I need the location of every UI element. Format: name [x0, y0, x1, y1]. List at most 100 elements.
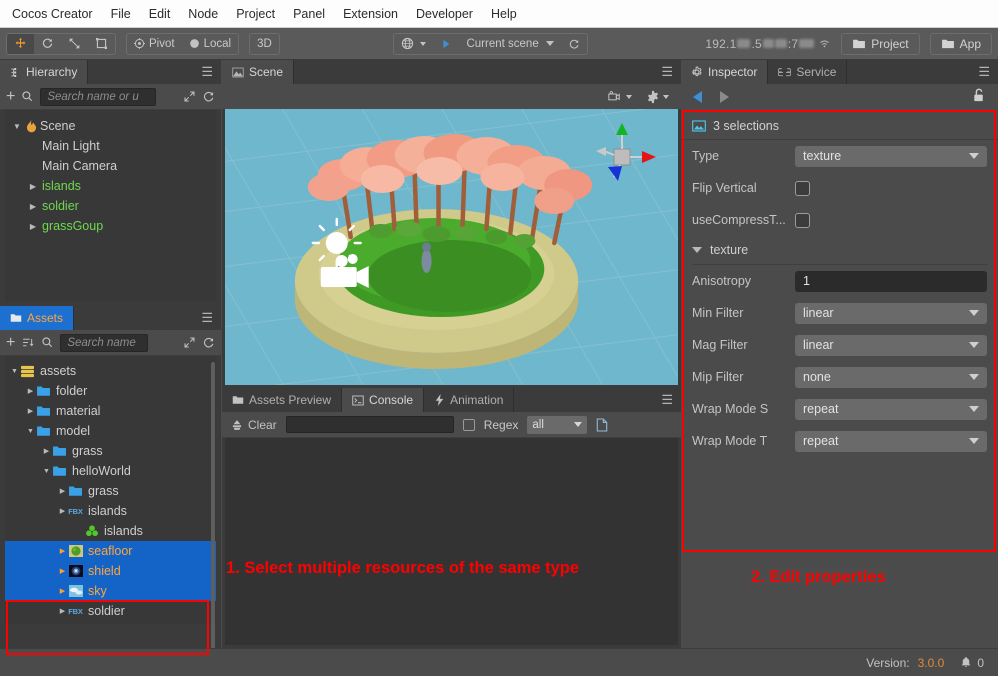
asset-row[interactable]: ▶ grass	[5, 441, 216, 461]
rect-tool-button[interactable]	[88, 34, 115, 54]
console-output[interactable]	[225, 438, 678, 645]
scene-viewport[interactable]	[225, 109, 678, 385]
property-dropdown[interactable]: linear	[795, 334, 987, 356]
hierarchy-panel: Hierarchy ☰ + Search name or u ▼ Scene Mai…	[0, 60, 221, 306]
scale-tool-button[interactable]	[61, 34, 88, 54]
property-checkbox[interactable]	[795, 212, 810, 228]
export-log-button[interactable]	[596, 417, 608, 432]
menu-item-edit[interactable]: Edit	[140, 3, 180, 25]
menu-item-help[interactable]: Help	[482, 3, 526, 25]
rotate-tool-button[interactable]	[34, 34, 61, 54]
hierarchy-search-input[interactable]: Search name or u	[40, 87, 157, 106]
hierarchy-node-main-camera[interactable]: Main Camera	[5, 156, 216, 176]
clear-console-button[interactable]: Clear	[231, 418, 277, 432]
scene-select-dropdown[interactable]: Current scene	[459, 34, 560, 54]
tab-scene[interactable]: Scene	[222, 60, 295, 84]
dimension-toggle-button[interactable]: 3D	[250, 34, 279, 54]
menu-item-cocos-creator[interactable]: Cocos Creator	[8, 3, 102, 25]
collapse-all-icon[interactable]	[183, 90, 196, 103]
tab-service[interactable]: Service	[768, 60, 848, 84]
tab-assets-preview[interactable]: Assets Preview	[222, 388, 343, 412]
nav-forward-button[interactable]	[720, 91, 729, 103]
asset-row[interactable]: ▶ FBX soldier	[5, 601, 216, 621]
asset-row[interactable]: ▶ grass	[5, 481, 216, 501]
refresh-hierarchy-icon[interactable]	[202, 90, 215, 103]
asset-row[interactable]: ▼ assets	[5, 361, 216, 381]
play-preview-button[interactable]	[433, 34, 459, 54]
console-filter-input[interactable]	[285, 416, 454, 433]
asset-row[interactable]: islands	[5, 521, 216, 541]
lock-inspector-button[interactable]	[972, 88, 986, 106]
menu-item-panel[interactable]: Panel	[284, 3, 334, 25]
property-label: Flip Vertical	[692, 181, 757, 195]
scene-menu-button[interactable]: ☰	[653, 60, 681, 84]
asset-row[interactable]: ▶ seafloor	[5, 541, 216, 561]
browser-preview-button[interactable]	[394, 34, 433, 54]
asset-row[interactable]: ▼ model	[5, 421, 216, 441]
property-dropdown[interactable]: none	[795, 366, 987, 388]
property-input[interactable]: 1	[795, 270, 987, 292]
property-label: Mag Filter	[692, 338, 748, 352]
search-assets-icon[interactable]	[41, 336, 54, 349]
property-checkbox[interactable]	[795, 180, 810, 196]
inspector-navigation	[681, 84, 998, 110]
asset-row[interactable]: ▶ material	[5, 401, 216, 421]
hierarchy-node-grassgoup[interactable]: ▶ grassGoup	[5, 216, 216, 236]
hierarchy-menu-button[interactable]: ☰	[193, 60, 221, 84]
add-node-button[interactable]: +	[6, 88, 15, 106]
move-tool-button[interactable]	[7, 33, 34, 54]
refresh-assets-icon[interactable]	[202, 336, 215, 349]
hierarchy-node-main-light[interactable]: Main Light	[5, 136, 216, 156]
regex-checkbox[interactable]	[462, 418, 475, 431]
menu-item-node[interactable]: Node	[179, 3, 227, 25]
asset-row-label: seafloor	[88, 544, 133, 558]
log-level-select[interactable]: all	[527, 415, 588, 434]
search-filter-icon[interactable]	[21, 90, 34, 103]
asset-row[interactable]: ▶soldier	[5, 621, 216, 624]
menu-item-developer[interactable]: Developer	[407, 3, 482, 25]
bell-icon[interactable]	[960, 656, 972, 669]
assets-menu-button[interactable]: ☰	[193, 306, 221, 330]
texture-section-header[interactable]: texture	[681, 236, 998, 264]
scene-gear-button[interactable]	[646, 90, 669, 104]
bottom-menu-button[interactable]: ☰	[653, 388, 681, 412]
tab-hierarchy[interactable]: Hierarchy	[0, 60, 89, 84]
property-dropdown[interactable]: texture	[795, 145, 987, 167]
sort-assets-icon[interactable]	[21, 336, 35, 349]
asset-row[interactable]: ▶ FBX islands	[5, 501, 216, 521]
build-project-button[interactable]: Project	[841, 32, 920, 55]
property-row: useCompressT...	[681, 204, 998, 236]
refresh-preview-button[interactable]	[561, 34, 587, 54]
tab-console[interactable]: Console	[342, 388, 425, 412]
property-dropdown[interactable]: repeat	[795, 398, 987, 420]
assets-scrollbar[interactable]	[211, 362, 215, 662]
asset-row[interactable]: ▶ sky	[5, 581, 216, 601]
build-app-button[interactable]: App	[929, 32, 993, 55]
expand-assets-icon[interactable]	[183, 336, 196, 349]
assets-panel: Assets ☰ + Search name ▼ assets ▶ folder ▶ ma…	[0, 306, 221, 662]
asset-row[interactable]: ▶ shield	[5, 561, 216, 581]
tab-assets[interactable]: Assets	[0, 306, 75, 330]
asset-row[interactable]: ▶ folder	[5, 381, 216, 401]
pivot-toggle-button[interactable]: Pivot	[127, 34, 182, 54]
hierarchy-node-soldier[interactable]: ▶ soldier	[5, 196, 216, 216]
menu-item-file[interactable]: File	[102, 3, 140, 25]
hierarchy-node-islands[interactable]: ▶ islands	[5, 176, 216, 196]
property-dropdown[interactable]: repeat	[795, 430, 987, 452]
menu-item-extension[interactable]: Extension	[334, 3, 407, 25]
tab-inspector[interactable]: Inspector	[681, 60, 769, 84]
assets-tree[interactable]: ▼ assets ▶ folder ▶ material ▼ model ▶ grass ▼ hell…	[5, 356, 216, 624]
menu-item-project[interactable]: Project	[227, 3, 284, 25]
coordinate-toggle-button[interactable]: Local	[182, 34, 238, 54]
inspector-menu-button[interactable]: ☰	[970, 60, 998, 84]
nav-back-button[interactable]	[693, 91, 702, 103]
hierarchy-tree[interactable]: ▼ Scene Main Light Main Camera ▶ islands ▶ sold…	[5, 110, 216, 302]
tab-animation[interactable]: Animation	[424, 388, 515, 412]
asset-row[interactable]: ▼ helloWorld	[5, 461, 216, 481]
camera-settings-button[interactable]	[608, 90, 632, 103]
property-dropdown[interactable]: linear	[795, 302, 987, 324]
hierarchy-node-scene[interactable]: ▼ Scene	[5, 116, 216, 136]
add-asset-button[interactable]: +	[6, 334, 15, 352]
bottom-panel: Assets Preview Console Animation ☰ Clear	[222, 388, 681, 648]
assets-search-input[interactable]: Search name	[60, 333, 149, 352]
